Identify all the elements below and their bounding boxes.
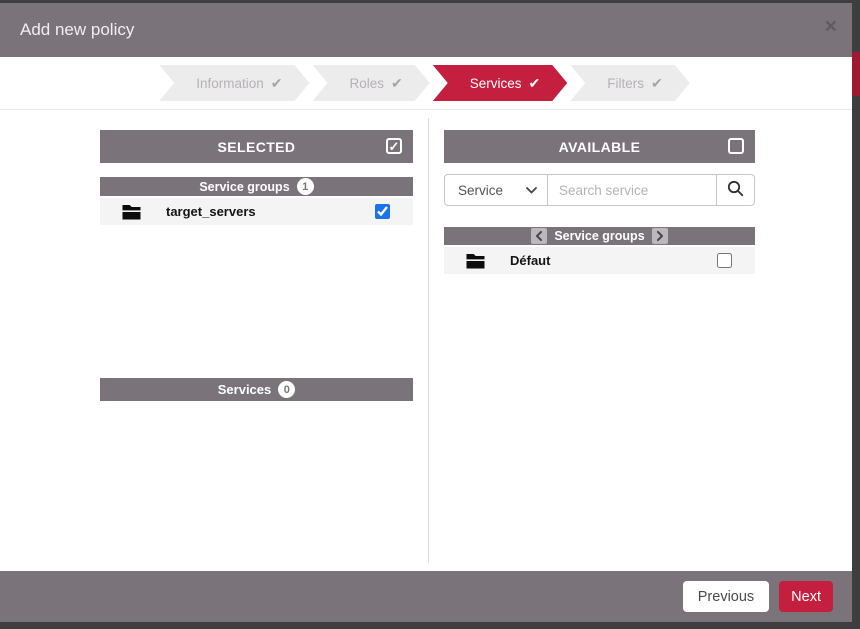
folder-icon	[122, 204, 141, 220]
page-left-button[interactable]	[531, 228, 547, 244]
search-service-input[interactable]	[548, 174, 717, 206]
wizard-stepper: Information ✔ Roles ✔ Services ✔ Filters…	[0, 57, 852, 110]
step-label: Roles	[350, 76, 385, 91]
check-icon: ✔	[651, 75, 663, 92]
search-icon	[727, 180, 744, 200]
search-controls: Service	[444, 174, 755, 206]
modal-header: Add new policy ×	[0, 3, 852, 57]
selected-service-groups-bar: Service groups 1	[100, 177, 413, 196]
check-icon: ✔	[271, 75, 283, 92]
list-item-defaut[interactable]: Défaut	[444, 247, 755, 274]
selected-panel: SELECTED ✓ Service groups 1 target_serve…	[100, 130, 413, 401]
available-panel: AVAILABLE Service	[444, 130, 755, 274]
background-page-edge	[852, 0, 860, 629]
add-policy-modal: Add new policy × Information ✔ Roles ✔ S…	[0, 3, 852, 622]
panel-divider	[428, 118, 429, 563]
search-button[interactable]	[717, 174, 755, 206]
check-icon: ✔	[391, 75, 403, 92]
list-item-label: Défaut	[510, 253, 550, 268]
available-service-groups-label: Service groups	[554, 229, 644, 243]
step-label: Information	[196, 76, 264, 91]
selected-panel-header: SELECTED ✓	[100, 130, 413, 163]
close-icon[interactable]: ×	[825, 16, 837, 37]
chevron-down-icon	[526, 187, 537, 194]
folder-icon	[466, 253, 485, 269]
selected-services-bar: Services 0	[100, 378, 413, 401]
target-servers-checkbox[interactable]	[375, 204, 390, 219]
available-panel-title: AVAILABLE	[559, 139, 641, 155]
selected-services-count-badge: 0	[278, 381, 295, 398]
list-item-label: target_servers	[166, 204, 256, 219]
selected-services-label: Services	[218, 382, 272, 397]
service-type-selected-value: Service	[458, 183, 503, 198]
previous-button[interactable]: Previous	[683, 581, 769, 612]
step-roles[interactable]: Roles ✔	[313, 65, 430, 101]
step-services[interactable]: Services ✔	[433, 65, 568, 101]
step-label: Services	[470, 76, 522, 91]
modal-body: SELECTED ✓ Service groups 1 target_serve…	[0, 110, 852, 571]
selected-panel-title: SELECTED	[218, 139, 296, 155]
step-information[interactable]: Information ✔	[159, 65, 309, 101]
defaut-checkbox[interactable]	[717, 253, 732, 268]
empty-square-icon[interactable]	[728, 138, 744, 154]
modal-title: Add new policy	[20, 20, 134, 40]
checked-square-icon[interactable]: ✓	[386, 138, 402, 154]
service-type-select[interactable]: Service	[444, 174, 548, 206]
available-panel-header: AVAILABLE	[444, 130, 755, 163]
available-service-groups-bar: Service groups	[444, 227, 755, 245]
selected-service-groups-label: Service groups	[199, 180, 289, 194]
step-label: Filters	[607, 76, 644, 91]
step-filters[interactable]: Filters ✔	[570, 65, 689, 101]
page-right-button[interactable]	[652, 228, 668, 244]
list-item-target-servers[interactable]: target_servers	[100, 198, 413, 225]
background-red-fragment	[852, 52, 860, 96]
next-button[interactable]: Next	[779, 581, 833, 612]
selected-groups-count-badge: 1	[297, 178, 314, 195]
check-icon: ✔	[529, 75, 541, 92]
modal-footer: Previous Next	[0, 571, 852, 622]
